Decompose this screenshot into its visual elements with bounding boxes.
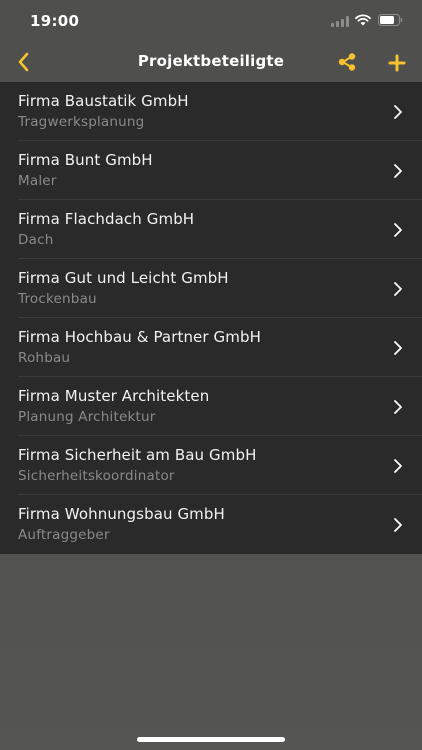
chevron-right-icon <box>394 105 402 119</box>
chevron-right-icon <box>394 223 402 237</box>
status-bar: 19:00 <box>0 0 422 44</box>
item-subtitle: Rohbau <box>18 350 71 366</box>
participants-list: Firma Baustatik GmbH Tragwerksplanung Fi… <box>0 82 422 554</box>
status-time: 19:00 <box>30 12 80 30</box>
item-subtitle: Auftraggeber <box>18 527 110 543</box>
item-subtitle: Maler <box>18 173 57 189</box>
list-item[interactable]: Firma Flachdach GmbH Dach <box>0 200 422 259</box>
list-item[interactable]: Firma Gut und Leicht GmbH Trockenbau <box>0 259 422 318</box>
item-subtitle: Dach <box>18 232 54 248</box>
chevron-right-icon <box>394 518 402 532</box>
chevron-right-icon <box>394 164 402 178</box>
list-item[interactable]: Firma Bunt GmbH Maler <box>0 141 422 200</box>
list-item[interactable]: Firma Baustatik GmbH Tragwerksplanung <box>0 82 422 141</box>
item-title: Firma Muster Architekten <box>18 387 210 405</box>
item-title: Firma Gut und Leicht GmbH <box>18 269 229 287</box>
item-title: Firma Sicherheit am Bau GmbH <box>18 446 257 464</box>
item-title: Firma Bunt GmbH <box>18 151 153 169</box>
item-subtitle: Sicherheitskoordinator <box>18 468 175 484</box>
list-item[interactable]: Firma Hochbau & Partner GmbH Rohbau <box>0 318 422 377</box>
chevron-right-icon <box>394 400 402 414</box>
item-subtitle: Trockenbau <box>18 291 97 307</box>
list-item[interactable]: Firma Wohnungsbau GmbH Auftraggeber <box>0 495 422 554</box>
home-indicator[interactable] <box>137 737 285 742</box>
item-title: Firma Wohnungsbau GmbH <box>18 505 225 523</box>
list-item[interactable]: Firma Sicherheit am Bau GmbH Sicherheits… <box>0 436 422 495</box>
item-title: Firma Baustatik GmbH <box>18 92 189 110</box>
app-screen: 19:00 Projektbeteiligte Firma Baustatik … <box>0 0 422 750</box>
wifi-icon <box>355 14 371 26</box>
chevron-right-icon <box>394 282 402 296</box>
item-subtitle: Tragwerksplanung <box>18 114 145 130</box>
list-item[interactable]: Firma Muster Architekten Planung Archite… <box>0 377 422 436</box>
cellular-signal-icon <box>331 16 349 27</box>
battery-icon <box>378 14 403 26</box>
page-title: Projektbeteiligte <box>137 52 285 70</box>
share-icon[interactable] <box>337 52 357 72</box>
navigation-bar: Projektbeteiligte <box>0 44 422 82</box>
item-subtitle: Planung Architektur <box>18 409 156 425</box>
plus-icon[interactable] <box>386 52 408 74</box>
chevron-right-icon <box>394 341 402 355</box>
header: 19:00 Projektbeteiligte <box>0 0 422 82</box>
item-title: Firma Flachdach GmbH <box>18 210 195 228</box>
chevron-right-icon <box>394 459 402 473</box>
item-title: Firma Hochbau & Partner GmbH <box>18 328 261 346</box>
